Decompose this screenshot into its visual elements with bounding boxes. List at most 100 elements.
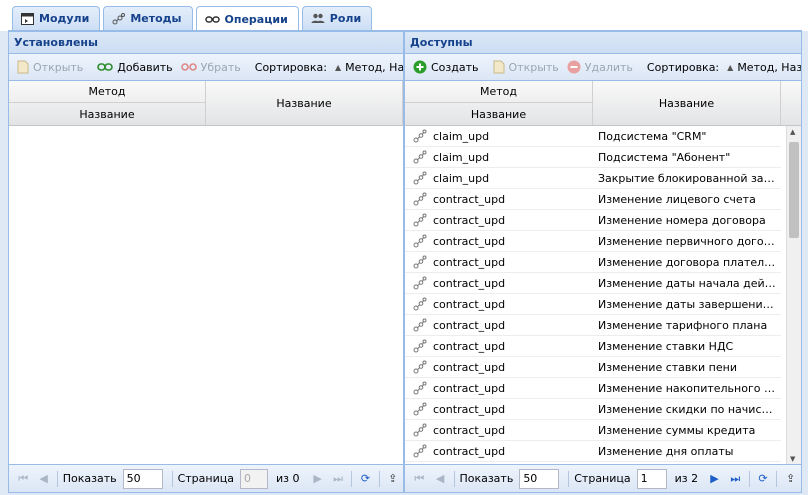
- available-grid-header: Метод Название Название: [405, 81, 801, 126]
- method-cell: contract_upd: [405, 399, 593, 420]
- table-row[interactable]: contract_upd Изменение даты завершения де…: [405, 294, 781, 315]
- column-method[interactable]: Метод: [405, 81, 593, 103]
- first-page-button[interactable]: ⏮: [13, 468, 33, 490]
- prev-page-button[interactable]: ◀: [430, 468, 451, 490]
- last-page-button[interactable]: ⏭: [328, 468, 348, 490]
- column-name-sub[interactable]: Название: [9, 103, 206, 125]
- scrollbar-thumb[interactable]: [789, 142, 799, 238]
- name-cell: Закрытие блокированной заявки: [598, 171, 778, 185]
- method-text: contract_upd: [433, 213, 506, 227]
- table-row[interactable]: contract_upd Изменение ставки пени: [405, 357, 781, 378]
- installed-grid-header: Метод Название Название: [9, 81, 403, 126]
- method-cell: contract_upd: [405, 315, 593, 336]
- open-button[interactable]: Открыть: [13, 56, 87, 78]
- tab-label: Операции: [224, 12, 288, 26]
- name-cell: Подсистема "CRM": [598, 129, 707, 143]
- page-size-input[interactable]: [122, 468, 163, 489]
- table-row[interactable]: claim_upd Подсистема "CRM": [405, 126, 781, 147]
- table-row[interactable]: contract_upd Изменение лицевого счета: [405, 189, 781, 210]
- tab-label: Роли: [329, 12, 362, 25]
- vertical-scrollbar[interactable]: ▲ ▼: [786, 126, 801, 465]
- name-cell: Изменение даты завершения де...: [598, 297, 778, 311]
- users-icon: [311, 13, 325, 24]
- table-row[interactable]: contract_upd Изменение скидки по начислен…: [405, 399, 781, 420]
- method-cell: contract_upd: [405, 231, 593, 252]
- installed-toolbar: Открыть Добавить Убрать Сортировка: ▲ Ме…: [9, 54, 403, 81]
- link-remove-icon: [180, 63, 197, 71]
- method-cell: claim_upd: [405, 147, 593, 168]
- export-icon[interactable]: ⇪: [383, 468, 403, 490]
- method-icon: [413, 402, 427, 416]
- available-paging: ⏮ ◀ Показать Страница из 2 ▶ ⏭ ⟳ ⇪: [405, 464, 801, 492]
- method-text: contract_upd: [433, 297, 506, 311]
- show-label: Показать: [62, 472, 117, 485]
- column-name[interactable]: Название: [593, 81, 781, 125]
- table-row[interactable]: contract_upd Изменение номера договора: [405, 210, 781, 231]
- table-row[interactable]: contract_upd Изменение дня оплаты: [405, 441, 781, 462]
- scroll-down-icon[interactable]: ▼: [790, 455, 795, 463]
- table-row[interactable]: contract_upd Изменение первичного договор…: [405, 231, 781, 252]
- sort-button[interactable]: ▲ Метод, Назва: [723, 56, 801, 78]
- table-row[interactable]: claim_upd Закрытие блокированной заявки: [405, 168, 781, 189]
- name-cell: Изменение тарифного плана: [598, 318, 768, 332]
- create-button[interactable]: Создать: [409, 56, 483, 78]
- installed-grid-body: [9, 126, 403, 465]
- refresh-icon[interactable]: ⟳: [753, 468, 774, 490]
- add-button[interactable]: Добавить: [93, 56, 176, 78]
- tab-2[interactable]: Операции: [195, 6, 299, 31]
- next-page-button[interactable]: ▶: [704, 468, 725, 490]
- last-page-button[interactable]: ⏭: [725, 468, 746, 490]
- method-cell: contract_upd: [405, 420, 593, 441]
- sort-button[interactable]: ▲ Метод, Назв: [331, 56, 403, 78]
- method-icon: [413, 339, 427, 353]
- method-cell: claim_upd: [405, 168, 593, 189]
- method-icon: [413, 192, 427, 206]
- table-row[interactable]: contract_upd Изменение ставки НДС: [405, 336, 781, 357]
- export-icon[interactable]: ⇪: [780, 468, 801, 490]
- tab-3[interactable]: Роли: [301, 6, 373, 30]
- method-icon: [413, 297, 427, 311]
- page-label: Страница: [177, 472, 234, 485]
- method-cell: contract_upd: [405, 294, 593, 315]
- module-icon: [21, 12, 34, 25]
- table-row[interactable]: claim_upd Подсистема "Абонент": [405, 147, 781, 168]
- method-text: contract_upd: [433, 444, 506, 458]
- tab-label: Модули: [39, 12, 90, 25]
- column-name[interactable]: Название: [206, 81, 403, 125]
- delete-button[interactable]: Удалить: [563, 56, 637, 78]
- next-page-button[interactable]: ▶: [307, 468, 327, 490]
- name-cell: Изменение номера договора: [598, 213, 766, 227]
- method-cell: contract_upd: [405, 357, 593, 378]
- name-cell: Изменение скидки по начислени...: [598, 402, 778, 416]
- page-number-input[interactable]: [636, 468, 667, 489]
- table-row[interactable]: contract_upd Изменение договора плательщи…: [405, 252, 781, 273]
- tab-0[interactable]: Модули: [12, 6, 101, 30]
- column-method[interactable]: Метод: [9, 81, 206, 103]
- method-cell: contract_upd: [405, 336, 593, 357]
- table-row[interactable]: contract_upd Изменение накопительного лим…: [405, 378, 781, 399]
- refresh-icon[interactable]: ⟳: [355, 468, 375, 490]
- sort-label: Сортировка:: [254, 60, 328, 74]
- prev-page-button[interactable]: ◀: [33, 468, 53, 490]
- tab-1[interactable]: Методы: [103, 6, 193, 30]
- method-icon: [413, 444, 427, 458]
- scroll-up-icon[interactable]: ▲: [790, 128, 795, 136]
- page-size-input[interactable]: [519, 468, 560, 489]
- column-name-sub[interactable]: Название: [405, 103, 593, 125]
- table-row[interactable]: contract_upd Изменение тарифного плана: [405, 315, 781, 336]
- method-cell: contract_upd: [405, 273, 593, 294]
- tab-bar: Модули Методы Операции Роли: [0, 0, 808, 31]
- method-icon: [413, 171, 427, 185]
- name-cell: Изменение дня оплаты: [598, 444, 734, 458]
- method-cell: contract_upd: [405, 252, 593, 273]
- page-number-input[interactable]: [239, 468, 268, 489]
- plus-circle-icon: [413, 60, 427, 74]
- first-page-button[interactable]: ⏮: [409, 468, 430, 490]
- table-row[interactable]: contract_upd Изменение суммы кредита: [405, 420, 781, 441]
- available-panel: Доступны Создать Открыть Удалить Сортиро…: [404, 31, 802, 493]
- method-text: contract_upd: [433, 360, 506, 374]
- table-row[interactable]: contract_upd Изменение даты начала действ…: [405, 273, 781, 294]
- remove-button[interactable]: Убрать: [177, 56, 245, 78]
- method-text: contract_upd: [433, 192, 506, 206]
- open-button[interactable]: Открыть: [489, 56, 563, 78]
